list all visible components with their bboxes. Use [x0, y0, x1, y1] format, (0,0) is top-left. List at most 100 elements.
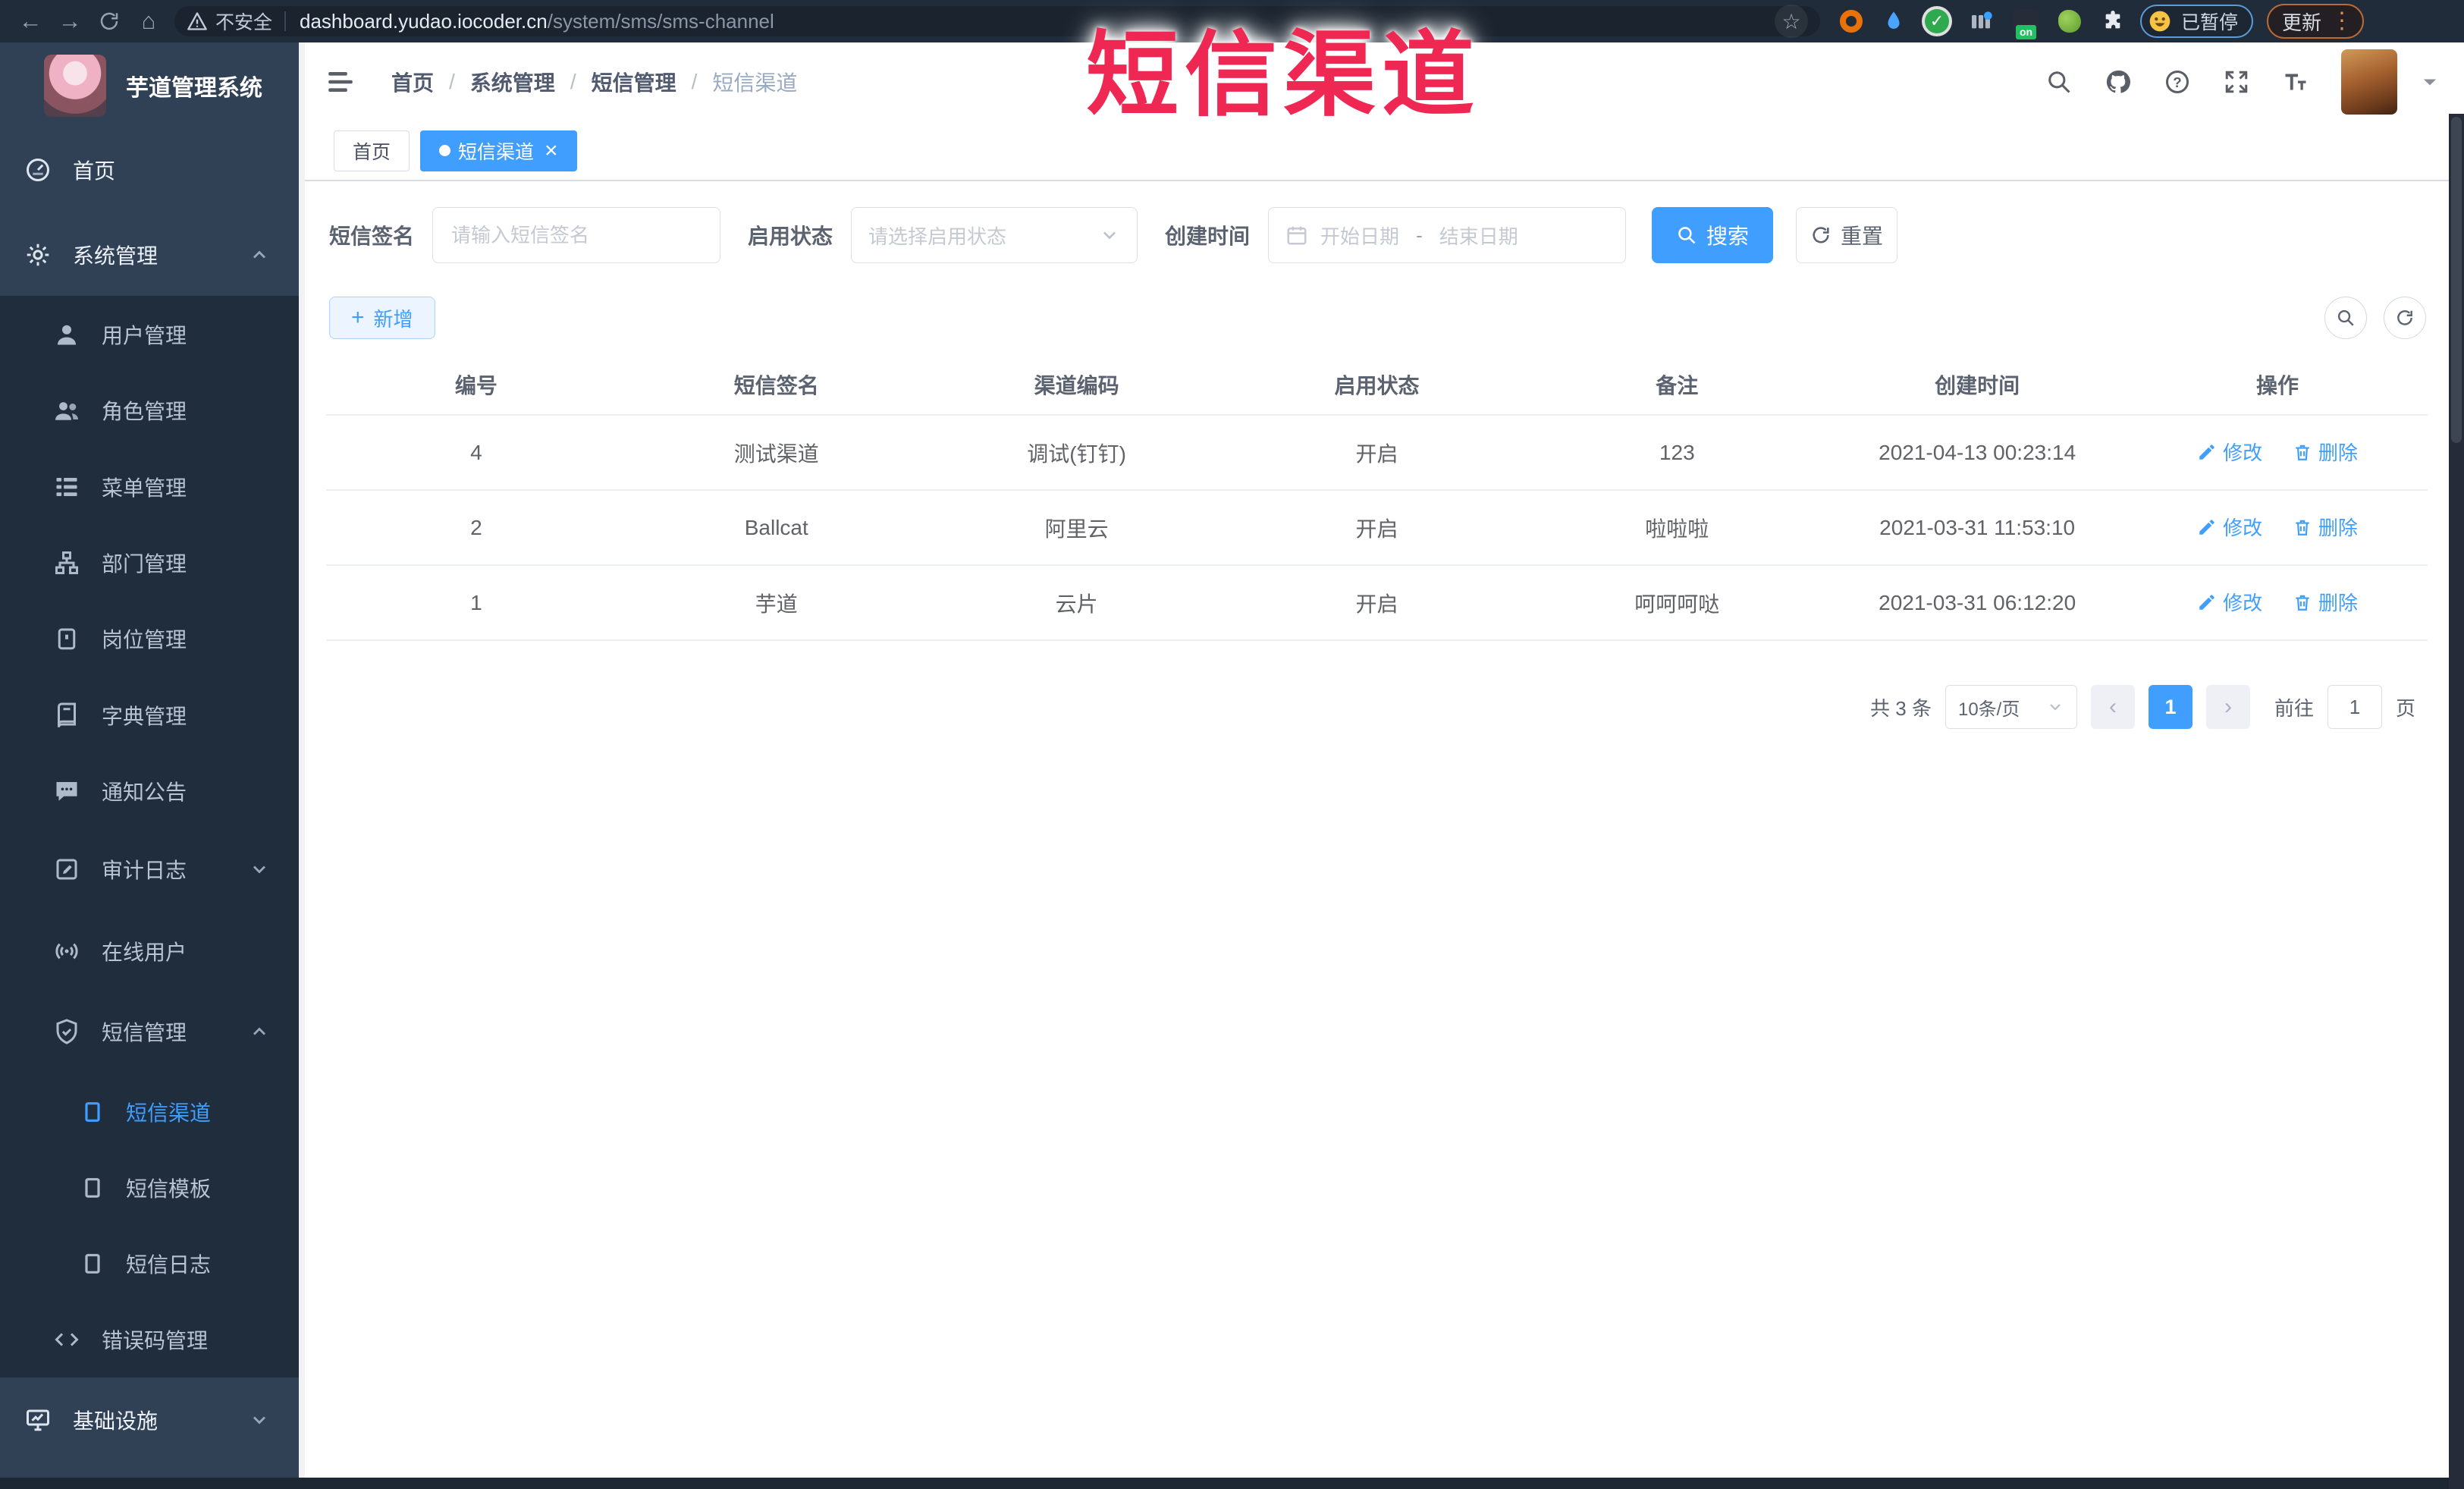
- extensions-puzzle-icon[interactable]: [2101, 9, 2125, 33]
- cell-remark: 呵呵呵哒: [1527, 565, 1828, 641]
- sidebar-item-audit-log[interactable]: 审计日志: [0, 831, 299, 907]
- breadcrumb-home[interactable]: 首页: [391, 67, 434, 97]
- app-title: 芋道管理系统: [126, 76, 262, 101]
- address-bar[interactable]: 不安全 dashboard.yudao.iocoder.cn /system/s…: [174, 5, 1820, 38]
- pencil-icon: [2197, 442, 2217, 462]
- status-select[interactable]: 请选择启用状态: [851, 207, 1138, 263]
- search-icon[interactable]: [2045, 68, 2073, 96]
- browser-forward-icon[interactable]: →: [50, 3, 89, 39]
- goto-label: 前往: [2274, 696, 2314, 720]
- profile-paused-chip[interactable]: 已暂停: [2140, 5, 2254, 38]
- trash-icon: [2293, 442, 2312, 462]
- refresh-table-button[interactable]: [2384, 297, 2426, 339]
- page-1-button[interactable]: 1: [2148, 685, 2192, 729]
- col-remark: 备注: [1527, 354, 1828, 416]
- sidebar-item-menu-mgmt[interactable]: 菜单管理: [0, 449, 299, 525]
- security-label[interactable]: 不安全: [215, 8, 272, 35]
- github-icon[interactable]: [2105, 68, 2132, 96]
- col-id: 编号: [326, 354, 626, 416]
- date-end-placeholder[interactable]: 结束日期: [1439, 221, 1518, 250]
- sidebar-item-home[interactable]: 首页: [0, 132, 299, 208]
- sidebar-item-notice[interactable]: 通知公告: [0, 753, 299, 829]
- sidebar-collapse-icon[interactable]: [325, 66, 356, 98]
- pencil-icon: [2197, 592, 2217, 612]
- date-start-placeholder[interactable]: 开始日期: [1320, 221, 1399, 250]
- user-avatar[interactable]: [2341, 49, 2397, 115]
- breadcrumb-system[interactable]: 系统管理: [470, 67, 555, 97]
- url-domain[interactable]: dashboard.yudao.iocoder.cn: [300, 10, 548, 33]
- bookmark-star-icon[interactable]: ☆: [1775, 5, 1808, 38]
- page-scrollbar[interactable]: [2449, 114, 2464, 1489]
- goto-page-input[interactable]: [2327, 685, 2382, 729]
- extension-switch-icon[interactable]: on: [2013, 9, 2039, 39]
- page-size-select[interactable]: 10条/页: [1945, 685, 2077, 729]
- sidebar-item-label: 错误码管理: [102, 1329, 209, 1352]
- sidebar-item-label: 短信渠道: [126, 1101, 212, 1125]
- browser-update-menu[interactable]: 更新 ⋮: [2267, 4, 2365, 39]
- sidebar-item-system[interactable]: 系统管理: [0, 217, 299, 293]
- badge-icon: [53, 625, 80, 652]
- browser-home-icon[interactable]: ⌂: [129, 3, 168, 39]
- prev-page-button[interactable]: ‹: [2090, 685, 2135, 729]
- cell-sign: Ballcat: [626, 490, 927, 566]
- toggle-search-button[interactable]: [2324, 297, 2367, 339]
- reset-button[interactable]: 重置: [1796, 207, 1898, 263]
- font-size-icon[interactable]: [2282, 68, 2309, 96]
- table-row: 1 芋道 云片 开启 呵呵呵哒 2021-03-31 06:12:20 修改 删…: [326, 565, 2428, 641]
- date-range-picker[interactable]: 开始日期 - 结束日期: [1268, 207, 1627, 263]
- delete-link[interactable]: 删除: [2293, 513, 2358, 541]
- delete-link[interactable]: 删除: [2293, 438, 2358, 466]
- sidebar-item-sms-template[interactable]: 短信模板: [0, 1150, 299, 1226]
- app-logo-row[interactable]: 芋道管理系统: [44, 55, 262, 117]
- sidebar-item-dept-mgmt[interactable]: 部门管理: [0, 525, 299, 601]
- caret-down-icon[interactable]: [2418, 71, 2441, 93]
- sidebar-item-sms-log[interactable]: 短信日志: [0, 1226, 299, 1302]
- sidebar-scrollbar-track[interactable]: [299, 42, 305, 1478]
- cell-code: 云片: [926, 565, 1227, 641]
- next-page-button[interactable]: ›: [2205, 685, 2250, 729]
- sidebar-item-dict-mgmt[interactable]: 字典管理: [0, 677, 299, 753]
- edit-link[interactable]: 修改: [2197, 438, 2262, 466]
- app-logo: [44, 55, 106, 117]
- url-path[interactable]: /system/sms/sms-channel: [548, 10, 774, 33]
- browser-menu-dots-icon[interactable]: ⋮: [2331, 10, 2353, 33]
- cell-code: 阿里云: [926, 490, 1227, 566]
- table-row: 2 Ballcat 阿里云 开启 啦啦啦 2021-03-31 11:53:10…: [326, 490, 2428, 566]
- sidebar-item-user-mgmt[interactable]: 用户管理: [0, 297, 299, 372]
- extension-drop-icon[interactable]: [1882, 10, 1905, 33]
- breadcrumb-sms[interactable]: 短信管理: [592, 67, 676, 97]
- scrollbar-thumb[interactable]: [2451, 117, 2462, 443]
- edit-link[interactable]: 修改: [2197, 513, 2262, 541]
- sidebar-item-error-code[interactable]: 错误码管理: [0, 1302, 299, 1377]
- add-button[interactable]: + 新增: [329, 297, 435, 339]
- sign-input[interactable]: [432, 207, 721, 263]
- extension-check-icon[interactable]: ✓: [1925, 9, 1949, 33]
- help-icon[interactable]: ?: [2164, 68, 2191, 96]
- browser-back-icon[interactable]: ←: [11, 3, 50, 39]
- fullscreen-icon[interactable]: [2223, 68, 2250, 96]
- search-button[interactable]: 搜索: [1652, 207, 1774, 263]
- cell-id: 4: [326, 415, 626, 491]
- extension-green-icon[interactable]: [2058, 10, 2081, 33]
- edit-link[interactable]: 修改: [2197, 588, 2262, 616]
- sidebar-item-infrastructure[interactable]: 基础设施: [0, 1382, 299, 1458]
- file-square-icon: [80, 1100, 105, 1124]
- sidebar-item-sms-mgmt[interactable]: 短信管理: [0, 994, 299, 1070]
- close-icon[interactable]: ×: [545, 139, 558, 162]
- sidebar-item-role-mgmt[interactable]: 角色管理: [0, 372, 299, 448]
- sidebar-item-label: 系统管理: [73, 244, 159, 268]
- online-signal-icon: [53, 938, 80, 965]
- users-icon: [53, 397, 80, 424]
- extension-grid-icon[interactable]: [1969, 9, 1993, 33]
- add-button-label: 新增: [373, 307, 413, 331]
- sidebar-item-post-mgmt[interactable]: 岗位管理: [0, 601, 299, 677]
- tab-home[interactable]: 首页: [334, 130, 410, 171]
- sidebar-item-online-users[interactable]: 在线用户: [0, 913, 299, 989]
- sidebar-item-sms-channel[interactable]: 短信渠道: [0, 1074, 299, 1150]
- extension-donut-icon[interactable]: [1840, 10, 1863, 33]
- trash-icon: [2293, 517, 2312, 537]
- delete-link[interactable]: 删除: [2293, 588, 2358, 616]
- browser-refresh-icon[interactable]: [89, 3, 129, 39]
- sidebar-item-label: 短信管理: [102, 1021, 187, 1044]
- tab-sms-channel[interactable]: 短信渠道 ×: [420, 130, 577, 171]
